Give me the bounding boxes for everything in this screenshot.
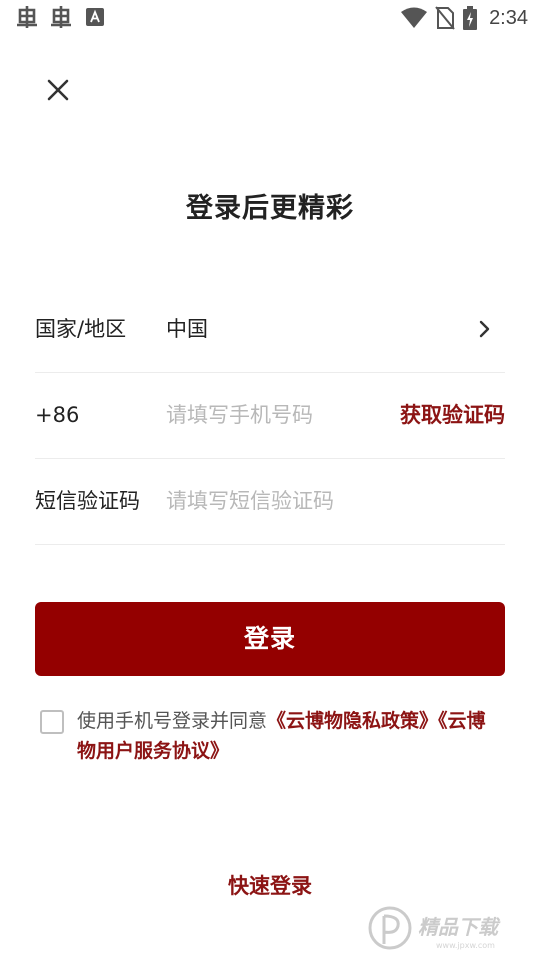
phone-prefix[interactable]: +86 [35, 372, 79, 458]
agreement-prefix: 使用手机号登录并同意 [77, 710, 268, 732]
sms-code-row: 短信验证码 [35, 458, 505, 545]
agreement-text: 使用手机号登录并同意《云博物隐私政策》《云博物用户服务协议》 [77, 706, 502, 766]
battery-charging-icon [463, 6, 478, 30]
agreement-checkbox[interactable] [40, 710, 64, 734]
no-sim-icon [435, 6, 455, 30]
region-row[interactable]: 国家/地区 中国 [35, 286, 505, 373]
svg-text:精品下载: 精品下载 [418, 915, 501, 939]
page-title: 登录后更精彩 [186, 193, 354, 224]
a-badge-icon [86, 8, 104, 26]
watermark-logo: 精品下载 www.jpxw.com [368, 906, 501, 950]
region-label: 国家/地区 [35, 317, 127, 341]
close-button[interactable] [40, 72, 76, 108]
phone-row: +86 获取验证码 [35, 372, 505, 459]
status-bar: 2:34 [0, 0, 540, 36]
region-value: 中国 [166, 317, 208, 341]
status-bar-notifications [14, 4, 104, 30]
phone-input[interactable] [166, 397, 381, 433]
close-icon [47, 79, 69, 101]
status-bar-system: 2:34 [401, 4, 528, 32]
privacy-policy-link[interactable]: 《云博物隐私政策》 [267, 710, 438, 732]
sms-code-input[interactable] [166, 483, 486, 519]
svg-text:www.jpxw.com: www.jpxw.com [436, 941, 495, 950]
sms-code-label: 短信验证码 [35, 489, 140, 513]
wifi-icon [401, 7, 428, 28]
quick-login-link[interactable]: 快速登录 [0, 870, 540, 900]
bug-icon [51, 6, 71, 28]
status-time: 2:34 [489, 6, 528, 29]
login-screen: 2:34 登录后更精彩 国家/地区 中国 +86 获取验证码 短信验证码 登录 … [0, 0, 540, 960]
chevron-right-icon[interactable] [475, 319, 495, 339]
login-button[interactable]: 登录 [35, 602, 505, 676]
bug-icon [17, 6, 37, 28]
get-code-button[interactable]: 获取验证码 [400, 372, 505, 458]
